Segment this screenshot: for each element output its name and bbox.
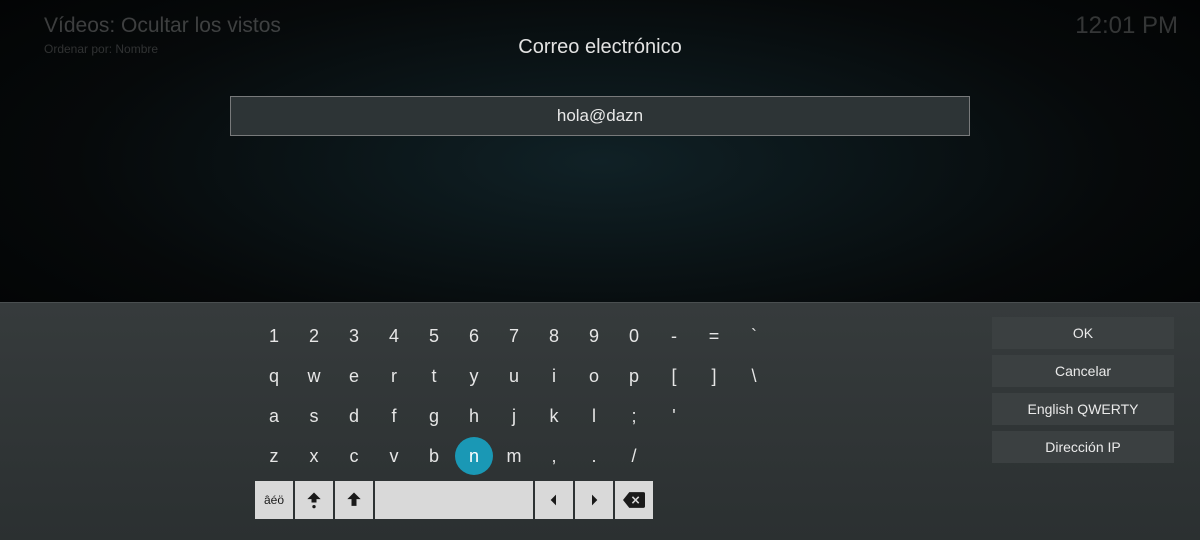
onscreen-keyboard: 1234567890-=` qwertyuiop[]\ asdfghjkl;' … (0, 302, 1200, 540)
layout-button[interactable]: English QWERTY (992, 393, 1174, 425)
arrow-right-key[interactable] (575, 481, 613, 519)
key-;[interactable]: ; (615, 397, 653, 435)
key-grid: 1234567890-=` qwertyuiop[]\ asdfghjkl;' … (255, 317, 773, 475)
key-u[interactable]: u (495, 357, 533, 395)
key-j[interactable]: j (495, 397, 533, 435)
shift-key[interactable] (335, 481, 373, 519)
key-y[interactable]: y (455, 357, 493, 395)
accent-key[interactable]: âéö (255, 481, 293, 519)
key-a[interactable]: a (255, 397, 293, 435)
key-\[interactable]: \ (735, 357, 773, 395)
key-e[interactable]: e (335, 357, 373, 395)
key-.[interactable]: . (575, 437, 613, 475)
email-input-value: hola@dazn (557, 106, 643, 126)
key-o[interactable]: o (575, 357, 613, 395)
key-s[interactable]: s (295, 397, 333, 435)
key-2[interactable]: 2 (295, 317, 333, 355)
key--[interactable]: - (655, 317, 693, 355)
key-/[interactable]: / (615, 437, 653, 475)
key-i[interactable]: i (535, 357, 573, 395)
key-'[interactable]: ' (655, 397, 693, 435)
key-[[interactable]: [ (655, 357, 693, 395)
key-k[interactable]: k (535, 397, 573, 435)
arrow-left-key[interactable] (535, 481, 573, 519)
key-9[interactable]: 9 (575, 317, 613, 355)
key-0[interactable]: 0 (615, 317, 653, 355)
caps-lock-key[interactable] (295, 481, 333, 519)
backspace-key[interactable] (615, 481, 653, 519)
email-input[interactable]: hola@dazn (230, 96, 970, 136)
key-c[interactable]: c (335, 437, 373, 475)
key-1[interactable]: 1 (255, 317, 293, 355)
ok-button[interactable]: OK (992, 317, 1174, 349)
key-6[interactable]: 6 (455, 317, 493, 355)
key-t[interactable]: t (415, 357, 453, 395)
spacebar-key[interactable] (375, 481, 533, 519)
key-b[interactable]: b (415, 437, 453, 475)
dialog-title: Correo electrónico (0, 36, 1200, 59)
key-g[interactable]: g (415, 397, 453, 435)
key-empty (695, 397, 733, 435)
key-,[interactable]: , (535, 437, 573, 475)
key-x[interactable]: x (295, 437, 333, 475)
background-title: Vídeos: Ocultar los vistos (44, 14, 281, 38)
key-=[interactable]: = (695, 317, 733, 355)
key-v[interactable]: v (375, 437, 413, 475)
key-h[interactable]: h (455, 397, 493, 435)
key-3[interactable]: 3 (335, 317, 373, 355)
key-4[interactable]: 4 (375, 317, 413, 355)
key-f[interactable]: f (375, 397, 413, 435)
ip-button[interactable]: Dirección IP (992, 431, 1174, 463)
key-5[interactable]: 5 (415, 317, 453, 355)
key-n[interactable]: n (455, 437, 493, 475)
key-l[interactable]: l (575, 397, 613, 435)
key-8[interactable]: 8 (535, 317, 573, 355)
key-z[interactable]: z (255, 437, 293, 475)
key-p[interactable]: p (615, 357, 653, 395)
key-m[interactable]: m (495, 437, 533, 475)
key-q[interactable]: q (255, 357, 293, 395)
key-`[interactable]: ` (735, 317, 773, 355)
key-d[interactable]: d (335, 397, 373, 435)
keyboard-function-row: âéö (255, 481, 653, 519)
key-7[interactable]: 7 (495, 317, 533, 355)
key-w[interactable]: w (295, 357, 333, 395)
keyboard-side-buttons: OK Cancelar English QWERTY Dirección IP (992, 317, 1174, 463)
key-][interactable]: ] (695, 357, 733, 395)
cancel-button[interactable]: Cancelar (992, 355, 1174, 387)
key-r[interactable]: r (375, 357, 413, 395)
